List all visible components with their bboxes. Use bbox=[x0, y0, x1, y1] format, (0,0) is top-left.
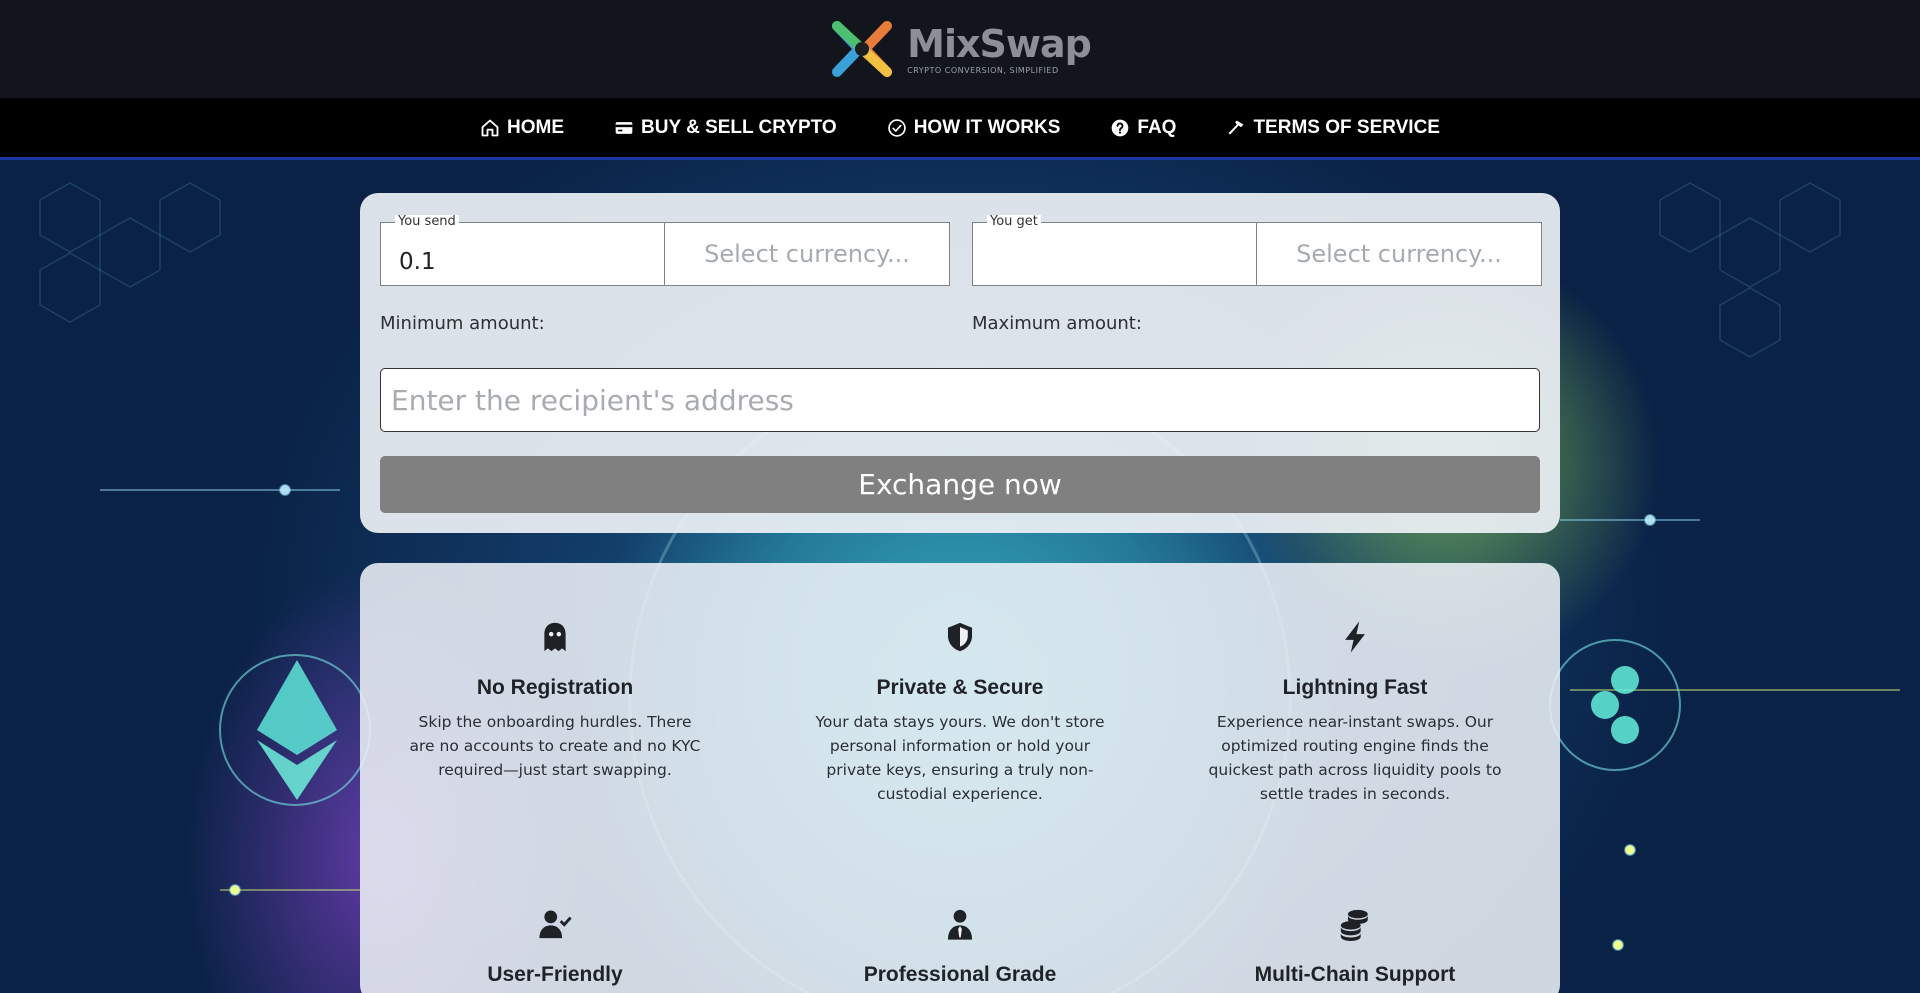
send-currency-select[interactable]: Select currency... bbox=[665, 222, 950, 286]
brand-tagline: CRYPTO CONVERSION, SIMPLIFIED bbox=[907, 65, 1059, 75]
coins-icon bbox=[1340, 909, 1368, 941]
feature-user-friendly: User-Friendly bbox=[395, 905, 715, 987]
get-currency-select[interactable]: Select currency... bbox=[1257, 222, 1542, 286]
brand-logo[interactable]: MixSwap CRYPTO CONVERSION, SIMPLIFIED bbox=[829, 16, 1092, 82]
send-label: You send bbox=[395, 215, 459, 229]
feature-title: Private & Secure bbox=[876, 676, 1044, 699]
nav-item-home[interactable]: HOME bbox=[480, 117, 564, 139]
feature-title: No Registration bbox=[476, 676, 634, 699]
exchange-form-card: You send Select currency... You get Sele… bbox=[360, 193, 1560, 533]
site-header: MixSwap CRYPTO CONVERSION, SIMPLIFIED bbox=[0, 0, 1920, 98]
nav-label-faq: FAQ bbox=[1137, 116, 1177, 138]
ghost-icon bbox=[544, 622, 566, 652]
feature-description: Your data stays yours. We don't store pe… bbox=[815, 713, 1105, 803]
main-nav: HOME BUY & SELL CRYPTO HOW IT WORKS FAQ … bbox=[0, 98, 1920, 160]
mixswap-logo-icon bbox=[832, 21, 893, 77]
feature-professional-grade: Professional Grade bbox=[800, 905, 1120, 987]
feature-no-registration: No Registration Skip the onboarding hurd… bbox=[395, 618, 715, 782]
feature-description: Skip the onboarding hurdles. There are n… bbox=[409, 713, 701, 779]
question-circle-icon bbox=[1112, 119, 1129, 136]
feature-description: Experience near-instant swaps. Our optim… bbox=[1208, 713, 1502, 803]
get-amount-input[interactable] bbox=[973, 223, 1256, 285]
nav-item-terms[interactable]: TERMS OF SERVICE bbox=[1226, 117, 1440, 139]
nav-label-how-it-works: HOW IT WORKS bbox=[913, 116, 1061, 138]
xrp-decoration-icon bbox=[1549, 639, 1681, 771]
user-check-icon bbox=[539, 910, 572, 939]
feature-lightning-fast: Lightning Fast Experience near-instant s… bbox=[1195, 618, 1515, 806]
send-amount-field[interactable]: You send bbox=[380, 215, 665, 286]
feature-title: Professional Grade bbox=[863, 963, 1057, 986]
feature-multi-chain: Multi-Chain Support bbox=[1195, 905, 1515, 987]
feature-private-secure: Private & Secure Your data stays yours. … bbox=[800, 618, 1120, 806]
feature-title: Lightning Fast bbox=[1282, 676, 1428, 699]
bolt-icon bbox=[1345, 621, 1365, 653]
nav-item-faq[interactable]: FAQ bbox=[1110, 117, 1176, 139]
recipient-address-field[interactable] bbox=[380, 368, 1540, 432]
get-label: You get bbox=[987, 215, 1041, 229]
brand-name: MixSwap bbox=[907, 21, 1092, 66]
home-icon bbox=[481, 119, 499, 136]
shield-icon bbox=[947, 622, 973, 652]
user-tie-icon bbox=[947, 909, 973, 940]
send-amount-input[interactable] bbox=[381, 223, 664, 285]
card-icon bbox=[615, 121, 633, 134]
nav-item-how-it-works[interactable]: HOW IT WORKS bbox=[887, 116, 1061, 139]
recipient-address-input[interactable] bbox=[381, 369, 1539, 431]
hammer-icon bbox=[1228, 120, 1244, 135]
send-field-group: You send Select currency... bbox=[380, 215, 950, 286]
nav-label-terms: TERMS OF SERVICE bbox=[1253, 116, 1440, 138]
nav-label-buy-sell: BUY & SELL CRYPTO bbox=[641, 116, 837, 138]
get-amount-field[interactable]: You get bbox=[972, 215, 1257, 286]
nav-label-home: HOME bbox=[507, 116, 565, 138]
features-card: No Registration Skip the onboarding hurd… bbox=[360, 563, 1560, 993]
feature-title: Multi-Chain Support bbox=[1254, 963, 1456, 986]
ethereum-decoration-icon bbox=[219, 654, 371, 806]
minimum-amount-label: Minimum amount: bbox=[380, 313, 545, 334]
nav-item-buy-sell[interactable]: BUY & SELL CRYPTO bbox=[614, 117, 837, 139]
exchange-now-button[interactable]: Exchange now bbox=[380, 456, 1540, 513]
check-circle-icon bbox=[887, 118, 906, 137]
maximum-amount-label: Maximum amount: bbox=[972, 313, 1142, 334]
feature-title: User-Friendly bbox=[487, 963, 623, 986]
get-field-group: You get Select currency... bbox=[972, 215, 1542, 286]
